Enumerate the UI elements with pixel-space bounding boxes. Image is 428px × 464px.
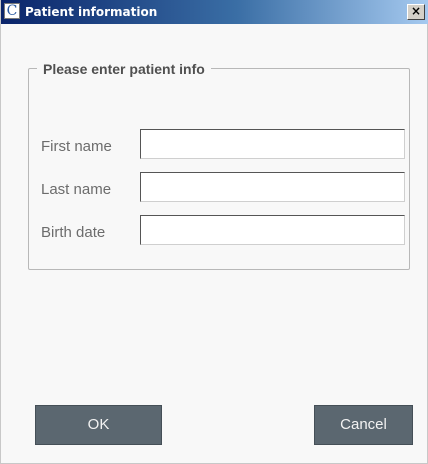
last-name-label: Last name — [41, 181, 112, 198]
birth-date-field[interactable] — [140, 215, 405, 245]
patient-info-dialog: C Patient information × Please enter pat… — [0, 0, 428, 464]
title-bar[interactable]: C Patient information × — [1, 0, 428, 24]
ok-button[interactable]: OK — [35, 405, 162, 445]
group-title: Please enter patient info — [37, 60, 211, 78]
first-name-label: First name — [41, 138, 112, 155]
close-button[interactable]: × — [407, 4, 425, 20]
first-name-field[interactable] — [140, 129, 405, 159]
app-c-icon: C — [4, 3, 20, 19]
close-icon: × — [410, 4, 422, 18]
birth-date-label: Birth date — [41, 224, 106, 241]
cancel-button[interactable]: Cancel — [314, 405, 413, 445]
last-name-field[interactable] — [140, 172, 405, 202]
window-title: Patient information — [25, 5, 158, 19]
